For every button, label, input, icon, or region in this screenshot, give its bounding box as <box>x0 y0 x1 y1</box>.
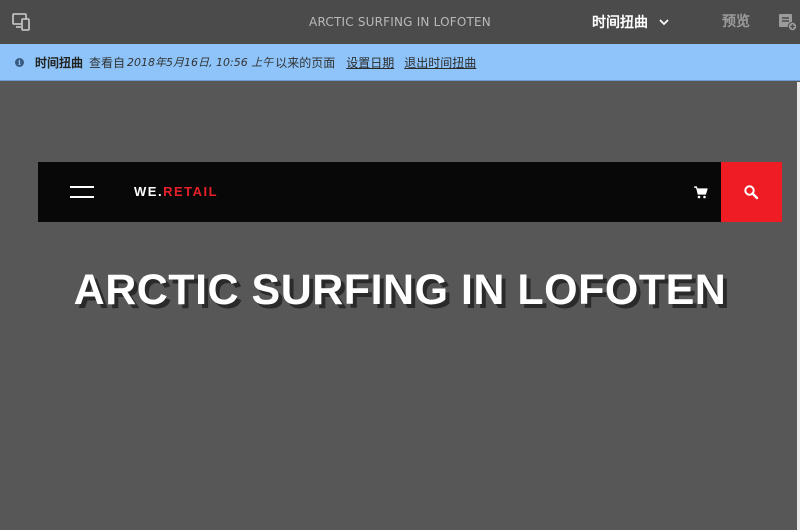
hero-title: ARCTIC SURFING IN LOFOTEN <box>73 266 727 314</box>
hamburger-menu-icon[interactable] <box>70 184 94 200</box>
infobar-text-suffix: 以来的页面 <box>275 55 336 70</box>
exit-timewarp-link[interactable]: 退出时间扭曲 <box>404 54 476 71</box>
annotate-icon[interactable] <box>778 12 798 32</box>
set-date-link[interactable]: 设置日期 <box>346 54 394 71</box>
search-button[interactable] <box>721 162 782 222</box>
mode-selector[interactable]: 时间扭曲 <box>592 11 670 33</box>
page-title: ARCTIC SURFING IN LOFOTEN <box>309 15 491 29</box>
chevron-down-icon <box>659 19 669 26</box>
info-icon: i <box>15 57 24 67</box>
search-icon <box>744 185 759 200</box>
logo-prefix: WE. <box>134 184 164 199</box>
mode-label: 时间扭曲 <box>592 15 648 31</box>
timewarp-info-bar: i 时间扭曲 查看自 2018年5月16日, 10:56 上午 以来的页面 设置… <box>0 44 800 81</box>
site-header: WE.RETAIL <box>38 162 782 222</box>
logo-suffix: RETAIL <box>163 184 219 199</box>
preview-button[interactable]: 预览 <box>722 11 750 33</box>
cart-icon[interactable] <box>693 184 709 200</box>
editor-toolbar: ARCTIC SURFING IN LOFOTEN 时间扭曲 预览 <box>0 0 800 44</box>
infobar-text-prefix: 查看自 <box>89 55 126 70</box>
infobar-title: 时间扭曲 <box>35 55 84 70</box>
infobar-date: 2018年5月16日, 10:56 上午 <box>127 56 274 69</box>
site-logo[interactable]: WE.RETAIL <box>134 162 218 222</box>
